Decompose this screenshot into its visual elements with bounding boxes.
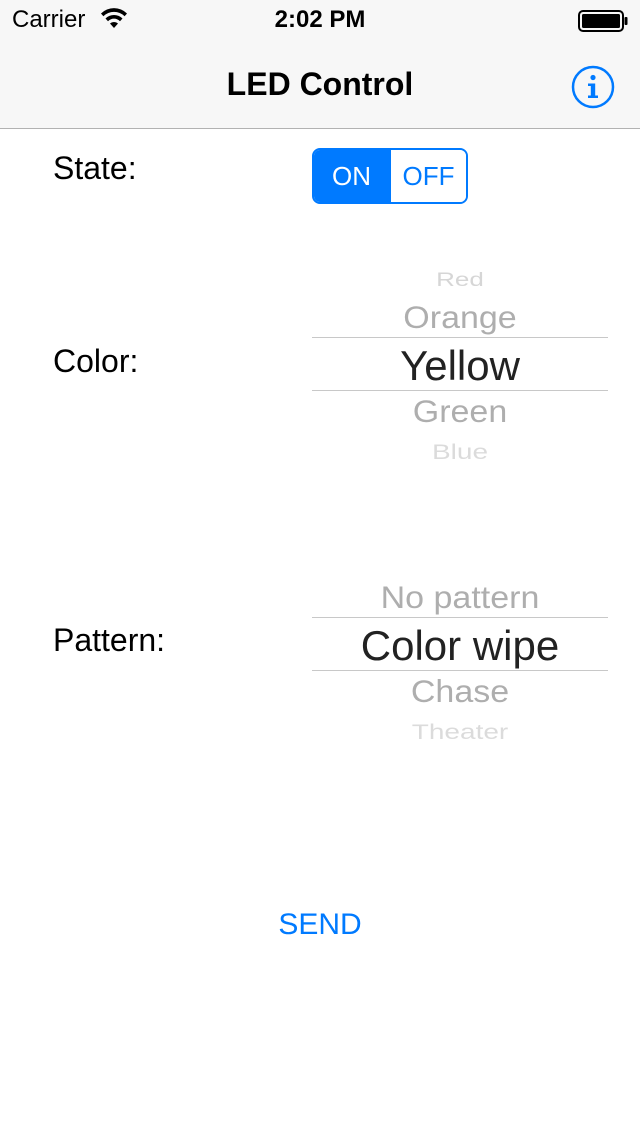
screen: Carrier 2:02 PM LED Control State: ON OF…	[0, 0, 640, 1136]
pattern-option-no-pattern[interactable]: No pattern	[312, 580, 608, 617]
state-off-segment[interactable]: OFF	[389, 150, 466, 202]
pattern-option-theater[interactable]: Theater	[312, 719, 608, 746]
status-bar: Carrier 2:02 PM	[0, 0, 640, 40]
status-time: 2:02 PM	[274, 6, 366, 33]
color-label: Color:	[53, 343, 139, 379]
pattern-label: Pattern:	[53, 622, 166, 658]
color-option-yellow[interactable]: Yellow	[312, 342, 608, 390]
color-picker-top-line	[312, 337, 608, 338]
color-option-green[interactable]: Green	[312, 394, 608, 431]
battery-icon	[578, 10, 628, 32]
page-title: LED Control	[226, 66, 414, 102]
pattern-option-chase[interactable]: Chase	[312, 674, 608, 711]
color-picker[interactable]: Red Orange Yellow Green Blue	[312, 262, 608, 462]
navigation-bar: LED Control	[0, 40, 640, 129]
color-option-orange[interactable]: Orange	[312, 300, 608, 337]
state-label: State:	[53, 150, 137, 186]
pattern-option-color-wipe[interactable]: Color wipe	[312, 622, 608, 670]
pattern-picker-bottom-line	[312, 670, 608, 671]
info-icon[interactable]	[571, 65, 615, 109]
send-button[interactable]: SEND	[220, 900, 420, 950]
state-on-segment[interactable]: ON	[314, 150, 389, 202]
color-option-blue[interactable]: Blue	[312, 439, 608, 462]
pattern-picker-top-line	[312, 617, 608, 618]
color-picker-bottom-line	[312, 390, 608, 391]
state-segmented-control: ON OFF	[312, 148, 468, 204]
color-option-red[interactable]: Red	[312, 266, 608, 292]
pattern-picker[interactable]: No pattern Color wipe Chase Theater	[312, 578, 608, 778]
